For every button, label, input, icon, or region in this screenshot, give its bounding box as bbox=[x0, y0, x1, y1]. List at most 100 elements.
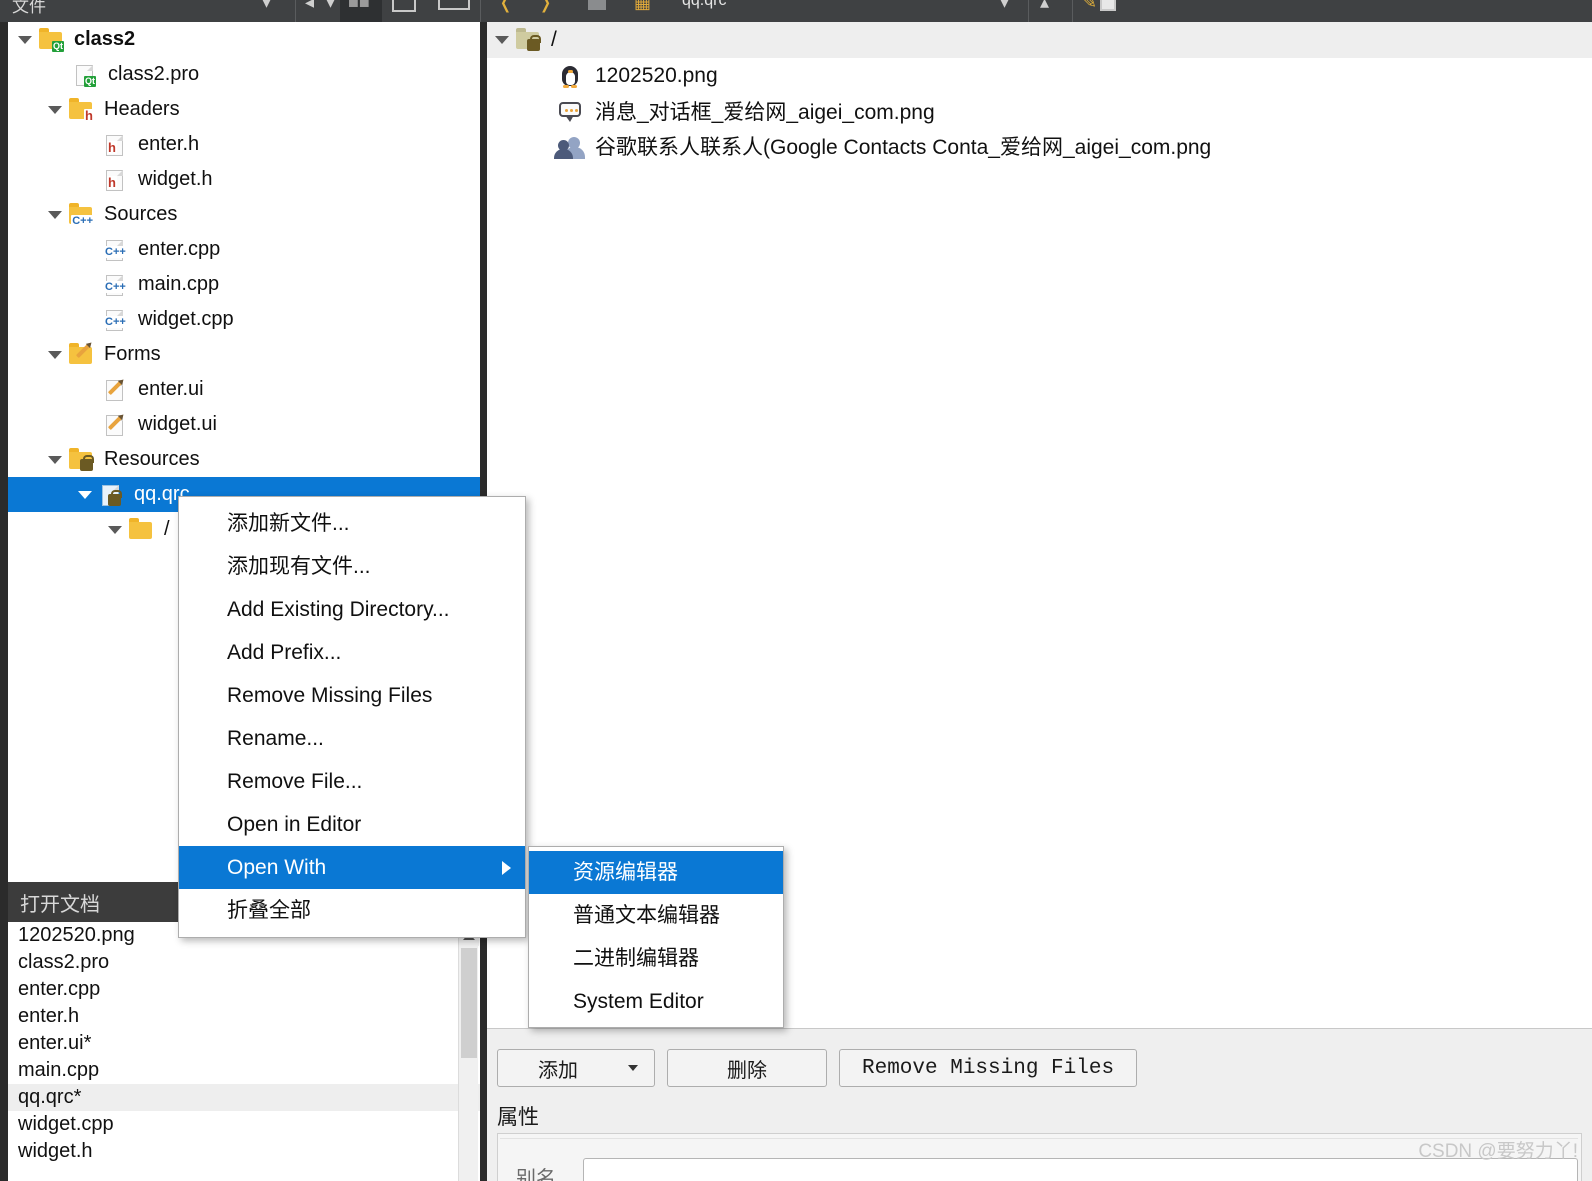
chevron-down-icon[interactable] bbox=[628, 1065, 638, 1071]
menu-item-add-existing-file[interactable]: 添加现有文件... bbox=[179, 545, 525, 588]
list-item[interactable]: enter.h bbox=[8, 1003, 480, 1030]
cpp-folder-icon: C++ bbox=[68, 202, 94, 227]
tree-row-enter-h[interactable]: h enter.h bbox=[8, 127, 480, 162]
list-item[interactable]: enter.cpp bbox=[8, 976, 480, 1003]
page-icon[interactable] bbox=[1100, 0, 1116, 11]
add-button[interactable]: 添加 bbox=[497, 1049, 655, 1087]
menu-item-remove-missing-files[interactable]: Remove Missing Files bbox=[179, 674, 525, 717]
tree-row-widget-ui[interactable]: widget.ui bbox=[8, 407, 480, 442]
menu-item-add-existing-directory[interactable]: Add Existing Directory... bbox=[179, 588, 525, 631]
open-documents-scrollbar[interactable] bbox=[458, 926, 479, 1181]
remove-missing-files-button[interactable]: Remove Missing Files bbox=[839, 1049, 1138, 1087]
stop-icon[interactable] bbox=[588, 0, 606, 10]
open-with-submenu[interactable]: 资源编辑器 普通文本编辑器 二进制编辑器 System Editor bbox=[528, 846, 784, 1028]
resource-file-label: 1202520.png bbox=[595, 63, 718, 87]
collapse-chevron-icon[interactable]: ▴ bbox=[1040, 0, 1049, 13]
menu-item-add-prefix[interactable]: Add Prefix... bbox=[179, 631, 525, 674]
h-folder-icon: h bbox=[68, 97, 94, 122]
delete-button[interactable]: 删除 bbox=[667, 1049, 827, 1087]
tree-row-label: class2.pro bbox=[108, 63, 200, 85]
left-edge bbox=[0, 22, 8, 1181]
forms-folder-icon bbox=[68, 342, 94, 367]
tree-row-label: widget.ui bbox=[138, 413, 217, 435]
forward-arrow-icon[interactable]: ▾ bbox=[326, 0, 335, 13]
chat-bubble-icon bbox=[555, 98, 585, 124]
delete-button-label: 删除 bbox=[727, 1059, 767, 1082]
pencil-icon[interactable]: ✎ bbox=[1082, 0, 1097, 13]
chevron-down-icon[interactable] bbox=[108, 525, 122, 534]
chevron-down-icon[interactable] bbox=[48, 210, 62, 219]
dropdown-chevron-icon[interactable]: ▾ bbox=[1000, 0, 1009, 13]
back-nav-icon[interactable]: ❬ bbox=[498, 0, 513, 13]
tree-row-label: enter.h bbox=[138, 133, 200, 155]
remove-missing-files-label: Remove Missing Files bbox=[862, 1056, 1115, 1080]
submenu-item-plain-text-editor[interactable]: 普通文本编辑器 bbox=[529, 894, 783, 937]
tree-row-main-cpp[interactable]: C++ main.cpp bbox=[8, 267, 480, 302]
chevron-down-icon[interactable] bbox=[48, 105, 62, 114]
tree-row-label: Sources bbox=[104, 203, 178, 225]
h-file-icon: h bbox=[102, 133, 128, 157]
chevron-down-icon[interactable]: ▾ bbox=[262, 0, 271, 13]
menu-item-open-with[interactable]: Open With bbox=[179, 846, 525, 889]
menu-item-rename[interactable]: Rename... bbox=[179, 717, 525, 760]
context-menu[interactable]: 添加新文件... 添加现有文件... Add Existing Director… bbox=[178, 496, 526, 938]
list-item[interactable]: widget.cpp bbox=[8, 1111, 480, 1138]
main-toolbar: 文件 ▾ ◂ ▾ ■■ ❬ ❭ ▦ qq.qrc ▾ ▴ ✎ bbox=[0, 0, 1592, 22]
qrc-file-icon bbox=[98, 483, 124, 507]
maximize-icon[interactable] bbox=[438, 0, 470, 10]
menu-item-collapse-all[interactable]: 折叠全部 bbox=[179, 889, 525, 932]
chevron-down-icon[interactable] bbox=[495, 36, 509, 44]
tree-row-label: Headers bbox=[104, 98, 180, 120]
tree-row-widget-h[interactable]: h widget.h bbox=[8, 162, 480, 197]
cpp-file-icon: C++ bbox=[102, 238, 128, 262]
resource-file-row[interactable]: 消息_对话框_爱给网_aigei_com.png bbox=[487, 93, 1592, 128]
ui-file-icon bbox=[102, 413, 128, 437]
chevron-down-icon[interactable] bbox=[48, 455, 62, 464]
resource-file-row[interactable]: 谷歌联系人联系人(Google Contacts Conta_爱给网_aigei… bbox=[487, 128, 1592, 163]
resource-action-buttons: 添加 删除 Remove Missing Files bbox=[497, 1049, 1138, 1087]
submenu-item-binary-editor[interactable]: 二进制编辑器 bbox=[529, 937, 783, 980]
open-documents-list[interactable]: 1202520.png class2.pro enter.cpp enter.h… bbox=[8, 922, 480, 1181]
tree-row-forms[interactable]: Forms bbox=[8, 337, 480, 372]
back-arrow-icon[interactable]: ◂ bbox=[305, 0, 314, 13]
scrollbar-thumb[interactable] bbox=[461, 948, 477, 1058]
tree-row-sources[interactable]: C++ Sources bbox=[8, 197, 480, 232]
minimize-icon[interactable] bbox=[392, 0, 416, 12]
ui-file-icon bbox=[102, 378, 128, 402]
h-file-icon: h bbox=[102, 168, 128, 192]
tree-row-class2[interactable]: Qt class2 bbox=[8, 22, 480, 57]
tree-row-enter-cpp[interactable]: C++ enter.cpp bbox=[8, 232, 480, 267]
forward-nav-icon[interactable]: ❭ bbox=[538, 0, 553, 13]
split-icon[interactable]: ■■ bbox=[348, 0, 370, 13]
chevron-down-icon[interactable] bbox=[78, 490, 92, 499]
qt-file-icon: Qt bbox=[72, 63, 98, 87]
tree-row-enter-ui[interactable]: enter.ui bbox=[8, 372, 480, 407]
tree-row-headers[interactable]: h Headers bbox=[8, 92, 480, 127]
tree-row-resources[interactable]: Resources bbox=[8, 442, 480, 477]
list-item[interactable]: enter.ui* bbox=[8, 1030, 480, 1057]
properties-label: 属性 bbox=[497, 1106, 539, 1129]
chevron-down-icon[interactable] bbox=[48, 350, 62, 359]
chevron-down-icon[interactable] bbox=[18, 35, 32, 44]
tree-row-label: class2 bbox=[74, 28, 136, 50]
list-item[interactable]: class2.pro bbox=[8, 949, 480, 976]
list-item[interactable]: qq.qrc* bbox=[8, 1084, 480, 1111]
toolbar-divider-4 bbox=[1072, 0, 1073, 22]
submenu-item-system-editor[interactable]: System Editor bbox=[529, 980, 783, 1023]
menu-item-open-in-editor[interactable]: Open in Editor bbox=[179, 803, 525, 846]
build-icon[interactable]: ▦ bbox=[634, 0, 651, 13]
list-item[interactable]: widget.h bbox=[8, 1138, 480, 1165]
menu-item-add-new-file[interactable]: 添加新文件... bbox=[179, 502, 525, 545]
submenu-item-resource-editor[interactable]: 资源编辑器 bbox=[529, 851, 783, 894]
tree-row-label: widget.h bbox=[138, 168, 213, 190]
qrc-folder-icon bbox=[68, 447, 94, 472]
tree-row-label: enter.ui bbox=[138, 378, 204, 400]
contacts-icon bbox=[554, 133, 585, 159]
menu-item-remove-file[interactable]: Remove File... bbox=[179, 760, 525, 803]
resource-root-row[interactable]: / bbox=[487, 22, 1592, 58]
tree-row-class2-pro[interactable]: Qt class2.pro bbox=[8, 57, 480, 92]
resource-file-label: 消息_对话框_爱给网_aigei_com.png bbox=[595, 100, 935, 124]
tree-row-widget-cpp[interactable]: C++ widget.cpp bbox=[8, 302, 480, 337]
list-item[interactable]: main.cpp bbox=[8, 1057, 480, 1084]
resource-file-row[interactable]: 1202520.png bbox=[487, 58, 1592, 93]
